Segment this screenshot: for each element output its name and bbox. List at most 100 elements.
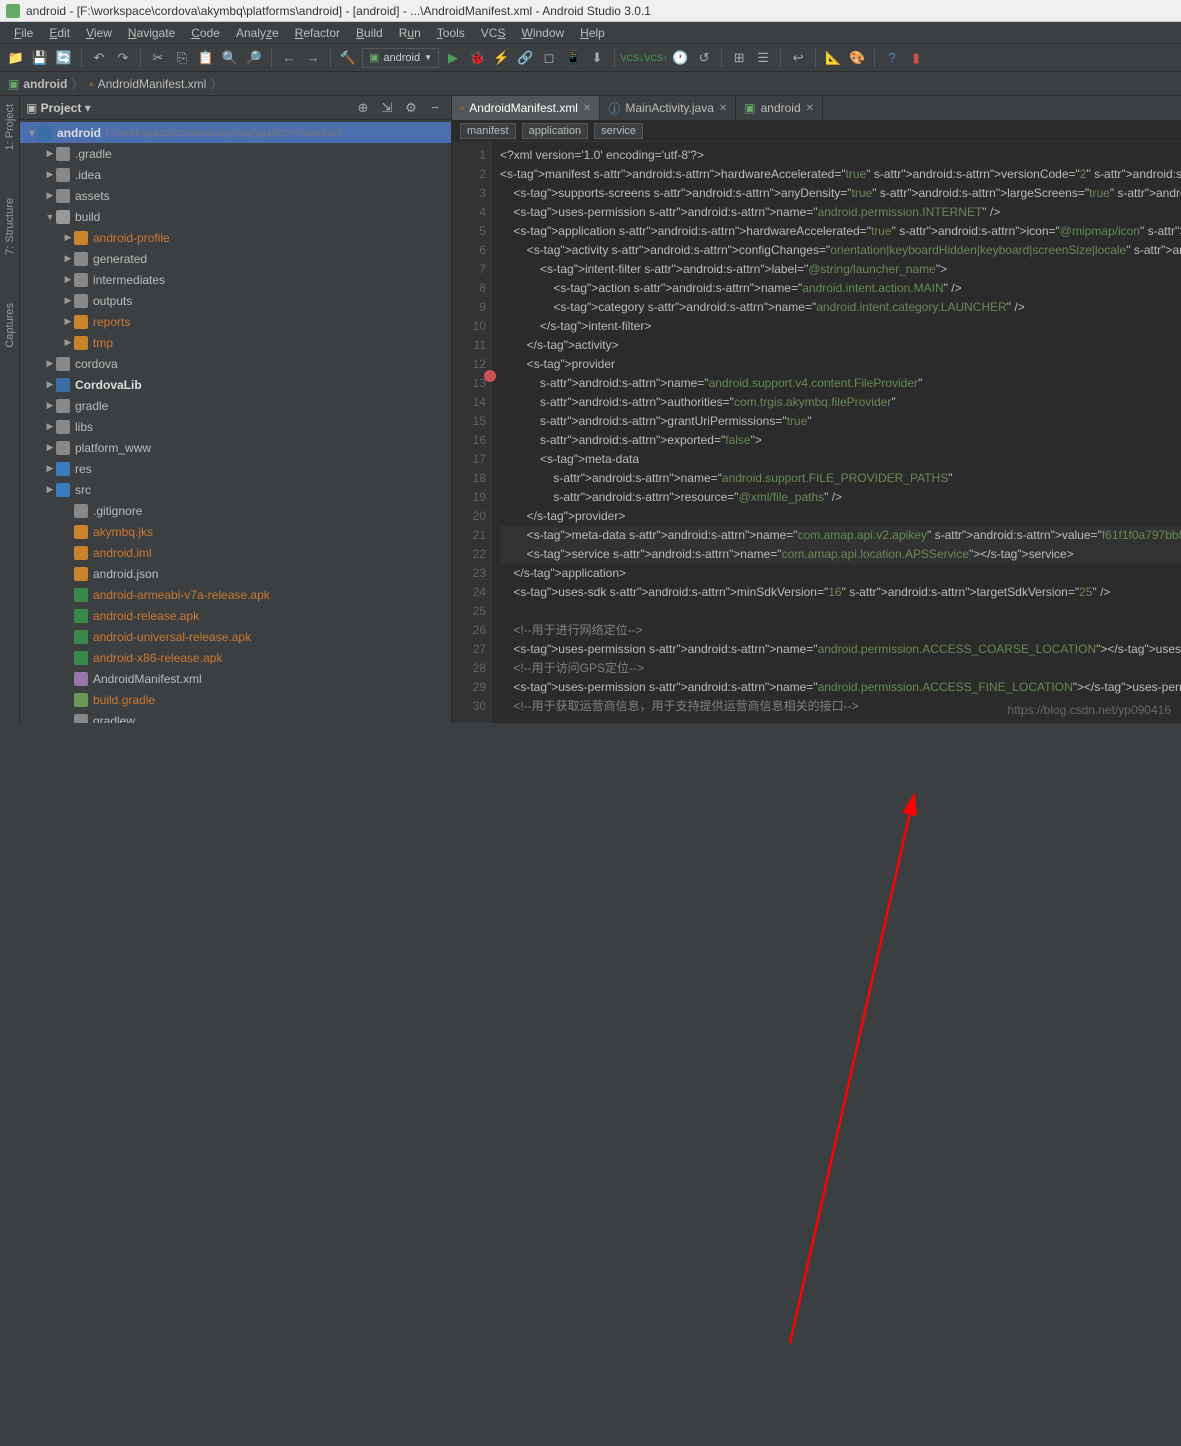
editor-tab[interactable]: ▣android✕	[736, 96, 823, 120]
tree-folder[interactable]: ▶.idea	[20, 164, 451, 185]
tree-module[interactable]: ▶CordovaLib	[20, 374, 451, 395]
structure-icon[interactable]: ⊞	[729, 48, 749, 68]
tree-file[interactable]: android.iml	[20, 542, 451, 563]
close-icon[interactable]: ✕	[719, 103, 727, 114]
tree-folder[interactable]: ▶src	[20, 479, 451, 500]
project-tree[interactable]: ▼androidF:\workspace\cordova\akymbq\plat…	[20, 120, 451, 723]
find-icon[interactable]: 🔍	[220, 48, 240, 68]
tree-folder[interactable]: ▶tmp	[20, 332, 451, 353]
tree-folder[interactable]: ▶libs	[20, 416, 451, 437]
code-area[interactable]: 1234567891011121314151617181920212223242…	[452, 142, 1181, 723]
tree-folder[interactable]: ▶cordova	[20, 353, 451, 374]
save-icon[interactable]: 💾	[30, 48, 50, 68]
tree-folder[interactable]: ▶reports	[20, 311, 451, 332]
tab-structure[interactable]: 7: Structure	[2, 194, 18, 259]
tree-file[interactable]: akymbq.jks	[20, 521, 451, 542]
revert-icon[interactable]: ↺	[694, 48, 714, 68]
menu-analyze[interactable]: Analyze	[228, 24, 287, 42]
tree-file[interactable]: .gitignore	[20, 500, 451, 521]
tree-folder[interactable]: ▶intermediates	[20, 269, 451, 290]
window-titlebar: android - [F:\workspace\cordova\akymbq\p…	[0, 0, 1181, 22]
sync-icon[interactable]: 🔄	[54, 48, 74, 68]
menu-tools[interactable]: Tools	[429, 24, 473, 42]
help-icon[interactable]: ?	[882, 48, 902, 68]
gear-icon[interactable]: ⚙	[401, 98, 421, 118]
breadcrumb-node[interactable]: service	[594, 123, 643, 139]
editor-breadcrumbs: manifest application service	[452, 120, 1181, 142]
open-icon[interactable]: 📁	[6, 48, 26, 68]
menu-edit[interactable]: Edit	[41, 24, 78, 42]
stop-icon[interactable]: ◻	[539, 48, 559, 68]
gutter: 1234567891011121314151617181920212223242…	[452, 142, 492, 723]
layout-icon[interactable]: 📐	[823, 48, 843, 68]
breadcrumb-node[interactable]: application	[522, 123, 589, 139]
breadcrumb-file[interactable]: ▫AndroidManifest.xml〉	[89, 75, 222, 92]
run-config-dropdown[interactable]: ▣ android ▼	[362, 48, 439, 68]
menu-window[interactable]: Window	[513, 24, 572, 42]
tree-folder[interactable]: ▶res	[20, 458, 451, 479]
profile-icon[interactable]: ⚡	[491, 48, 511, 68]
tree-folder[interactable]: ▶generated	[20, 248, 451, 269]
paste-icon[interactable]: 📋	[196, 48, 216, 68]
make-icon[interactable]: 🔨	[338, 48, 358, 68]
editor-tab[interactable]: ▫AndroidManifest.xml✕	[452, 96, 600, 120]
breadcrumb-root[interactable]: ▣android〉	[8, 75, 83, 92]
vcs-update-icon[interactable]: VCS↓	[622, 48, 642, 68]
tree-file[interactable]: android-universal-release.apk	[20, 626, 451, 647]
debug-icon[interactable]: 🐞	[467, 48, 487, 68]
tree-file-manifest[interactable]: AndroidManifest.xml	[20, 668, 451, 689]
tab-captures[interactable]: Captures	[2, 299, 18, 352]
collapse-all-icon[interactable]: ⇲	[377, 98, 397, 118]
scroll-from-source-icon[interactable]: ⊕	[353, 98, 373, 118]
theme-icon[interactable]: 🎨	[847, 48, 867, 68]
menu-vcs[interactable]: VCS	[473, 24, 514, 42]
back-icon[interactable]: ←	[279, 48, 299, 68]
menu-run[interactable]: Run	[391, 24, 429, 42]
device-icon[interactable]: ▮	[906, 48, 926, 68]
tree-file[interactable]: gradlew	[20, 710, 451, 723]
avd-icon[interactable]: 📱	[563, 48, 583, 68]
tree-module[interactable]: ▼androidF:\workspace\cordova\akymbq\plat…	[20, 122, 451, 143]
menu-navigate[interactable]: Navigate	[120, 24, 183, 42]
tree-folder[interactable]: ▶platform_www	[20, 437, 451, 458]
menu-code[interactable]: Code	[183, 24, 228, 42]
close-icon[interactable]: ✕	[806, 103, 814, 114]
hide-icon[interactable]: −	[425, 98, 445, 118]
run-icon[interactable]: ▶	[443, 48, 463, 68]
vcs-commit-icon[interactable]: VCS↑	[646, 48, 666, 68]
menu-refactor[interactable]: Refactor	[287, 24, 348, 42]
undo-icon[interactable]: ↶	[89, 48, 109, 68]
close-icon[interactable]: ✕	[583, 103, 591, 114]
project-view-dropdown[interactable]: ▣ Project ▾	[26, 101, 91, 115]
sdk-icon[interactable]: ⬇	[587, 48, 607, 68]
tree-file[interactable]: android-x86-release.apk	[20, 647, 451, 668]
menu-help[interactable]: Help	[572, 24, 613, 42]
replace-icon[interactable]: 🔎	[244, 48, 264, 68]
tree-folder[interactable]: ▶gradle	[20, 395, 451, 416]
tree-folder-build[interactable]: ▼build	[20, 206, 451, 227]
annotation-arrow	[0, 723, 1181, 1446]
tree-file[interactable]: android-armeabi-v7a-release.apk	[20, 584, 451, 605]
history-icon[interactable]: 🕐	[670, 48, 690, 68]
attach-icon[interactable]: 🔗	[515, 48, 535, 68]
menu-build[interactable]: Build	[348, 24, 391, 42]
forward-icon[interactable]: →	[303, 48, 323, 68]
breadcrumb-node[interactable]: manifest	[460, 123, 516, 139]
menu-file[interactable]: File	[6, 24, 41, 42]
cut-icon[interactable]: ✂	[148, 48, 168, 68]
tree-folder[interactable]: ▶android-profile	[20, 227, 451, 248]
tree-folder[interactable]: ▶assets	[20, 185, 451, 206]
revert2-icon[interactable]: ↩	[788, 48, 808, 68]
tab-project[interactable]: 1: Project	[2, 100, 18, 154]
settings2-icon[interactable]: ☰	[753, 48, 773, 68]
tree-file[interactable]: android-release.apk	[20, 605, 451, 626]
redo-icon[interactable]: ↷	[113, 48, 133, 68]
tree-file[interactable]: android.json	[20, 563, 451, 584]
tree-file[interactable]: build.gradle	[20, 689, 451, 710]
editor-tab[interactable]: ⓙMainActivity.java✕	[600, 96, 736, 120]
copy-icon[interactable]: ⎘	[172, 48, 192, 68]
menu-view[interactable]: View	[78, 24, 120, 42]
tree-folder[interactable]: ▶outputs	[20, 290, 451, 311]
tree-folder[interactable]: ▶.gradle	[20, 143, 451, 164]
code-lines[interactable]: <?xml version='1.0' encoding='utf-8'?><s…	[492, 142, 1181, 723]
